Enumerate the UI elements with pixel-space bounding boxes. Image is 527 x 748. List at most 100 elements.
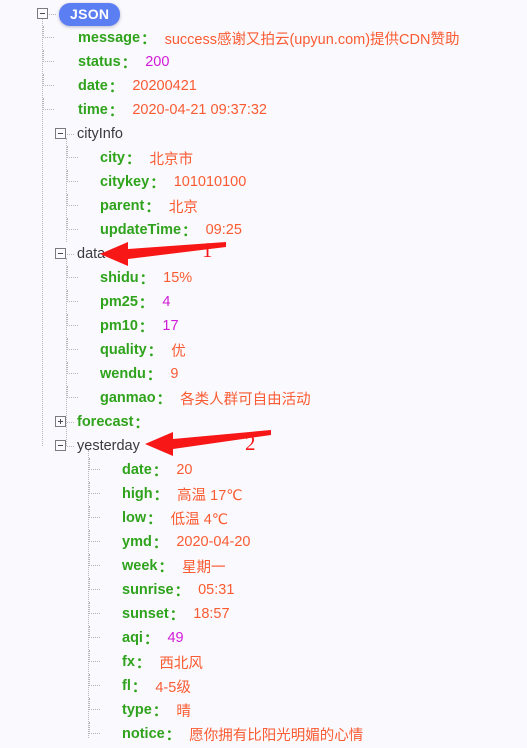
row-data[interactable]: data — [0, 242, 527, 266]
colon-yesterday-type: ： — [152, 703, 168, 720]
value-city: 北京市 — [149, 151, 194, 168]
key-ganmao: ganmao — [100, 390, 156, 406]
colon-status: ： — [121, 55, 137, 72]
row-status[interactable]: status ： 200 — [0, 50, 527, 74]
row-yesterday-type[interactable]: type ： 晴 — [0, 698, 527, 722]
value-updatetime: 09:25 — [205, 222, 242, 238]
key-message: message — [78, 30, 141, 46]
stub-cityinfo — [67, 134, 74, 135]
value-ganmao: 各类人群可自由活动 — [180, 391, 311, 408]
row-yesterday-notice[interactable]: notice ： 愿你拥有比阳光明媚的心情 — [0, 722, 527, 746]
key-yesterday-week: week — [122, 558, 158, 574]
row-yesterday-sunrise[interactable]: sunrise ： 05:31 — [0, 578, 527, 602]
colon-wendu: ： — [146, 367, 162, 384]
value-time: 2020-04-21 09:37:32 — [132, 102, 267, 118]
key-yesterday-sunset: sunset — [122, 606, 169, 622]
key-yesterday-ymd: ymd — [122, 534, 152, 550]
colon-yesterday-ymd: ： — [152, 535, 168, 552]
toggle-yesterday[interactable] — [55, 440, 66, 451]
row-ganmao[interactable]: ganmao ： 各类人群可自由活动 — [0, 386, 527, 410]
colon-yesterday-aqi: ： — [143, 631, 159, 648]
value-yesterday-sunrise: 05:31 — [198, 582, 235, 598]
annotation-label-1: 1 — [202, 238, 213, 262]
colon-quality: ： — [147, 343, 163, 360]
key-yesterday-low: low — [122, 510, 147, 526]
colon-yesterday-low: ： — [147, 511, 162, 528]
row-pm10[interactable]: pm10 ： 17 — [0, 314, 527, 338]
json-tree-viewer: JSON message ： success感谢又拍云(upyun.com)提供… — [0, 2, 527, 748]
key-pm25: pm25 — [100, 294, 138, 310]
colon-message: ： — [141, 31, 156, 48]
key-yesterday-high: high — [122, 486, 153, 502]
row-quality[interactable]: quality ： 优 — [0, 338, 527, 362]
row-yesterday-high[interactable]: high ： 高温 17℃ — [0, 482, 527, 506]
toggle-root[interactable] — [37, 8, 48, 19]
key-yesterday-fl: fl — [122, 678, 131, 694]
key-status: status — [78, 54, 121, 70]
key-yesterday-fx: fx — [122, 654, 135, 670]
row-yesterday-aqi[interactable]: aqi ： 49 — [0, 626, 527, 650]
value-yesterday-week: 星期一 — [181, 559, 226, 576]
colon-yesterday-sunrise: ： — [174, 583, 190, 600]
colon-yesterday-date: ： — [152, 463, 168, 480]
row-parent[interactable]: parent ： 北京 — [0, 194, 527, 218]
toggle-cityinfo[interactable] — [55, 128, 66, 139]
key-yesterday-aqi: aqi — [122, 630, 143, 646]
row-yesterday-date[interactable]: date ： 20 — [0, 458, 527, 482]
row-yesterday-sunset[interactable]: sunset ： 18:57 — [0, 602, 527, 626]
stub-root — [49, 14, 56, 15]
key-yesterday-notice: notice — [122, 726, 165, 742]
toggle-forecast[interactable] — [55, 416, 66, 427]
key-wendu: wendu — [100, 366, 146, 382]
colon-yesterday-notice: ： — [165, 727, 181, 744]
value-yesterday-fl: 4-5级 — [155, 679, 191, 696]
value-yesterday-date: 20 — [176, 462, 193, 478]
row-yesterday-week[interactable]: week ： 星期一 — [0, 554, 527, 578]
row-cityinfo[interactable]: cityInfo — [0, 122, 527, 146]
row-pm25[interactable]: pm25 ： 4 — [0, 290, 527, 314]
value-yesterday-fx: 西北风 — [159, 655, 203, 672]
json-root-badge: JSON — [59, 2, 121, 26]
value-yesterday-high: 高温 17℃ — [177, 487, 243, 504]
colon-city: ： — [126, 151, 141, 168]
row-root-json[interactable]: JSON — [0, 2, 527, 26]
annotation-label-2: 2 — [245, 431, 256, 455]
row-shidu[interactable]: shidu ： 15% — [0, 266, 527, 290]
value-yesterday-type: 晴 — [176, 703, 191, 720]
colon-yesterday-week: ： — [158, 559, 173, 576]
row-wendu[interactable]: wendu ： 9 — [0, 362, 527, 386]
key-citykey: citykey — [100, 174, 150, 190]
value-yesterday-notice: 愿你拥有比阳光明媚的心情 — [189, 727, 364, 744]
colon-date: ： — [108, 79, 124, 96]
row-yesterday-fx[interactable]: fx ： 西北风 — [0, 650, 527, 674]
value-wendu: 9 — [170, 366, 179, 382]
key-parent: parent — [100, 198, 145, 214]
row-message[interactable]: message ： success感谢又拍云(upyun.com)提供CDN赞助 — [0, 26, 527, 50]
colon-yesterday-high: ： — [153, 487, 169, 504]
key-yesterday-sunrise: sunrise — [122, 582, 174, 598]
row-citykey[interactable]: citykey ： 101010100 — [0, 170, 527, 194]
value-status: 200 — [145, 54, 170, 70]
row-yesterday-ymd[interactable]: ymd ： 2020-04-20 — [0, 530, 527, 554]
key-city: city — [100, 150, 125, 166]
key-forecast: forecast — [77, 414, 134, 430]
row-time[interactable]: time ： 2020-04-21 09:37:32 — [0, 98, 527, 122]
value-date: 20200421 — [132, 78, 197, 94]
value-yesterday-ymd: 2020-04-20 — [176, 534, 251, 550]
value-pm10: 17 — [162, 318, 179, 334]
colon-pm25: ： — [138, 295, 154, 312]
row-city[interactable]: city ： 北京市 — [0, 146, 527, 170]
row-yesterday-low[interactable]: low ： 低温 4℃ — [0, 506, 527, 530]
key-time: time — [78, 102, 108, 118]
toggle-data[interactable] — [55, 248, 66, 259]
key-updatetime: updateTime — [100, 222, 182, 238]
colon-parent: ： — [145, 199, 160, 216]
row-updatetime[interactable]: updateTime ： 09:25 — [0, 218, 527, 242]
row-yesterday-fl[interactable]: fl ： 4-5级 — [0, 674, 527, 698]
row-date[interactable]: date ： 20200421 — [0, 74, 527, 98]
key-yesterday-date: date — [122, 462, 152, 478]
colon-yesterday-fl: ： — [131, 679, 147, 696]
colon-yesterday-sunset: ： — [169, 607, 185, 624]
value-yesterday-sunset: 18:57 — [193, 606, 230, 622]
value-parent: 北京 — [168, 199, 198, 216]
